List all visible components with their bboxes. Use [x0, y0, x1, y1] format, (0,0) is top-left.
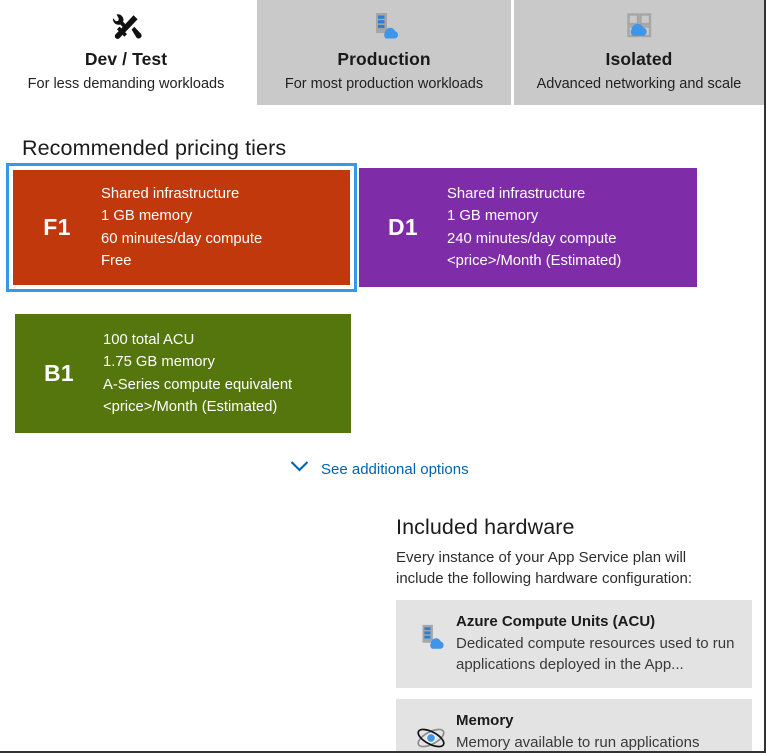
tier-line: <price>/Month (Estimated) [103, 399, 278, 415]
tier-code: D1 [387, 214, 418, 240]
hardware-item-acu[interactable]: Azure Compute Units (ACU) Dedicated comp… [396, 600, 752, 688]
tier-details: Shared infrastructure 1 GB memory 240 mi… [447, 183, 697, 273]
hardware-item-memory[interactable]: Memory Memory available to run applicati… [396, 699, 752, 751]
tier-line: Shared infrastructure [101, 185, 240, 202]
tier-code: B1 [43, 360, 74, 386]
workload-type-tabs: Dev / Test For less demanding workloads … [0, 0, 764, 105]
included-hardware-section: Included hardware Every instance of your… [396, 515, 752, 751]
tab-title: Production [337, 49, 431, 69]
see-additional-options-link[interactable]: See additional options [290, 460, 469, 478]
server-cloud-icon [367, 7, 401, 47]
chevron-down-icon [290, 460, 309, 478]
tier-line: 1 GB memory [101, 208, 193, 224]
pricing-tier-panel: Dev / Test For less demanding workloads … [0, 0, 766, 753]
tier-code: F1 [43, 214, 71, 240]
hardware-item-name: Azure Compute Units (ACU) [456, 613, 656, 630]
tier-line: 100 total ACU [103, 331, 195, 348]
page-title: Recommended pricing tiers [22, 136, 287, 160]
tier-details: Shared infrastructure 1 GB memory 60 min… [101, 183, 350, 273]
tier-line: 240 minutes/day compute [447, 230, 617, 247]
pricing-tier-card-d1[interactable]: D1 Shared infrastructure 1 GB memory 240… [359, 168, 697, 287]
tier-line: Free [101, 253, 132, 269]
atom-orbit-icon [406, 710, 456, 751]
hardware-item-body: Memory available to run applications [456, 734, 700, 751]
tab-title: Dev / Test [84, 49, 168, 69]
tier-line: A-Series compute equivalent [103, 376, 293, 393]
tier-line: <price>/Month (Estimated) [447, 253, 622, 269]
tab-subtitle: Advanced networking and scale [536, 76, 742, 92]
server-cloud-icon [406, 611, 456, 655]
grid-cloud-icon [622, 7, 656, 47]
tier-line: Shared infrastructure [447, 185, 586, 202]
see-additional-options-label: See additional options [321, 460, 469, 478]
tab-dev-test[interactable]: Dev / Test For less demanding workloads [0, 0, 252, 105]
tools-icon [107, 7, 145, 47]
tier-line: 60 minutes/day compute [101, 230, 263, 247]
tab-title: Isolated [605, 49, 673, 69]
hardware-item-body: Dedicated compute resources used to run … [456, 635, 735, 673]
tab-subtitle: For less demanding workloads [27, 76, 225, 92]
tier-line: 1 GB memory [447, 208, 539, 224]
tab-production[interactable]: Production For most production workloads [257, 0, 511, 105]
tab-isolated[interactable]: Isolated Advanced networking and scale [514, 0, 764, 105]
hardware-item-name: Memory [456, 712, 514, 729]
tier-details: 100 total ACU 1.75 GB memory A-Series co… [103, 329, 351, 419]
panel-content: Recommended pricing tiers F1 Shared infr… [0, 105, 764, 751]
included-hardware-description: Every instance of your App Service plan … [396, 549, 693, 587]
pricing-tier-card-b1[interactable]: B1 100 total ACU 1.75 GB memory A-Series… [15, 314, 351, 433]
tab-subtitle: For most production workloads [284, 76, 484, 92]
included-hardware-title: Included hardware [396, 515, 575, 539]
tier-line: 1.75 GB memory [103, 354, 215, 370]
pricing-tier-card-f1[interactable]: F1 Shared infrastructure 1 GB memory 60 … [6, 163, 357, 292]
